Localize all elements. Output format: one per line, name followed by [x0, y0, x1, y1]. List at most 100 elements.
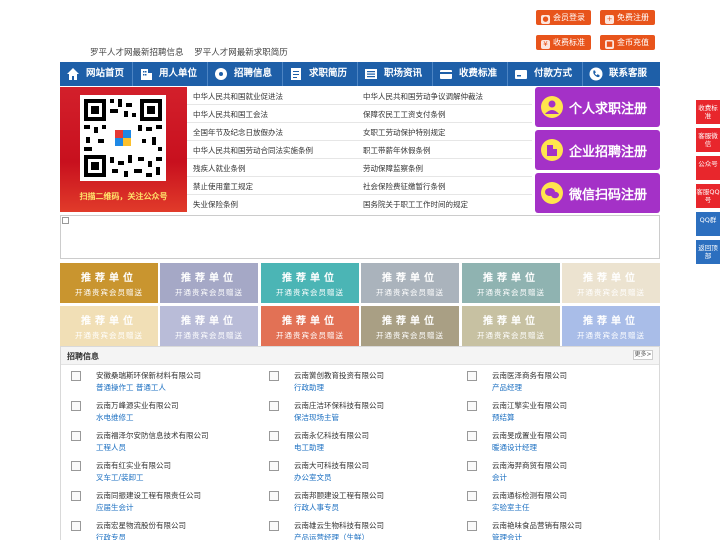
personal-register-button[interactable]: 个人求职注册 [535, 87, 660, 127]
nav-contact[interactable]: 联系客服 [583, 62, 659, 86]
recommend-tile[interactable]: 推荐单位 开通贵宾会员赠送 [60, 306, 158, 346]
job-item[interactable]: 云南海羿商贸有限公司 会计 [461, 458, 651, 486]
company-name[interactable]: 云南江擎实业有限公司 [492, 400, 567, 411]
banner-image[interactable] [60, 215, 660, 259]
law-link[interactable]: 职工带薪年休假条例 [363, 145, 431, 156]
recommend-tile[interactable]: 推荐单位 开通贵宾会员赠送 [562, 306, 660, 346]
recommend-tile[interactable]: 推荐单位 开通贵宾会员赠送 [562, 263, 660, 303]
nav-jobs[interactable]: 招聘信息 [208, 62, 282, 86]
job-item[interactable]: 云南福泽尔安防信息技术有限公司 工程人员 [65, 428, 255, 456]
company-name[interactable]: 云南黉创教育投资有限公司 [294, 370, 384, 381]
more-button[interactable]: 更多> [633, 350, 653, 360]
job-item[interactable]: 云南大可科技有限公司 办公室文员 [263, 458, 453, 486]
job-position[interactable]: 行政人事专员 [294, 502, 339, 513]
enterprise-register-button[interactable]: 企业招聘注册 [535, 130, 660, 170]
law-link[interactable]: 劳动保障监察条例 [363, 163, 423, 174]
nav-home[interactable]: 网站首页 [60, 62, 132, 86]
job-item[interactable]: 云南黉创教育投资有限公司 行政助理 [263, 368, 453, 396]
company-name[interactable]: 云南通标检测有限公司 [492, 490, 567, 501]
company-name[interactable]: 云南艳味食品营销有限公司 [492, 520, 582, 531]
recommend-tile[interactable]: 推荐单位 开通贵宾会员赠送 [261, 263, 359, 303]
job-position[interactable]: 产品运营经理（生鲜） [294, 532, 369, 540]
coin-recharge-button[interactable]: ■ 金币充值 [600, 35, 655, 50]
law-link[interactable]: 保障农民工工资支付条例 [363, 109, 446, 120]
job-position[interactable]: 预结算 [492, 412, 515, 423]
company-name[interactable]: 云南大可科技有限公司 [294, 460, 369, 471]
login-button[interactable]: ● 会员登录 [536, 10, 591, 25]
company-name[interactable]: 安徽桑瑞斯环保新材料有限公司 [96, 370, 201, 381]
law-link[interactable]: 中华人民共和国工会法 [193, 109, 268, 120]
recommend-tile[interactable]: 推荐单位 开通贵宾会员赠送 [160, 306, 258, 346]
company-name[interactable]: 云南有红实业有限公司 [96, 460, 171, 471]
nav-fees[interactable]: 收费标准 [433, 62, 507, 86]
company-name[interactable]: 云南永亿科技有限公司 [294, 430, 369, 441]
nav-resumes[interactable]: 求职简历 [283, 62, 357, 86]
job-item[interactable]: 云南江擎实业有限公司 预结算 [461, 398, 651, 426]
recommend-tile[interactable]: 推荐单位 开通贵宾会员赠送 [361, 263, 459, 303]
company-name[interactable]: 云南邦颐建设工程有限公司 [294, 490, 384, 501]
job-item[interactable]: 云南通标检测有限公司 实验室主任 [461, 488, 651, 516]
company-name[interactable]: 云南海羿商贸有限公司 [492, 460, 567, 471]
job-position[interactable]: 行政助理 [294, 382, 324, 393]
side-official-account-button[interactable]: 公众号 [696, 156, 720, 180]
job-position[interactable]: 办公室文员 [294, 472, 332, 483]
company-name[interactable]: 云南雄云生物科技有限公司 [294, 520, 384, 531]
company-name[interactable]: 云南同振建设工程有限责任公司 [96, 490, 201, 501]
job-position[interactable]: 普通操作工 普通工人 [96, 382, 166, 393]
latest-jobs-link[interactable]: 罗平人才网最新招聘信息 [90, 48, 184, 58]
wechat-register-button[interactable]: 微信扫码注册 [535, 173, 660, 213]
law-link[interactable]: 中华人民共和国劳动争议调解仲裁法 [363, 91, 483, 102]
job-item[interactable]: 云南有红实业有限公司 叉车工/装卸工 [65, 458, 255, 486]
job-item[interactable]: 云南永亿科技有限公司 电工助理 [263, 428, 453, 456]
recommend-tile[interactable]: 推荐单位 开通贵宾会员赠送 [60, 263, 158, 303]
job-position[interactable]: 水电维修工 [96, 412, 134, 423]
law-link[interactable]: 全国年节及纪念日放假办法 [193, 127, 283, 138]
job-item[interactable]: 安徽桑瑞斯环保新材料有限公司 普通操作工 普通工人 [65, 368, 255, 396]
recommend-tile[interactable]: 推荐单位 开通贵宾会员赠送 [160, 263, 258, 303]
job-position[interactable]: 应届生会计 [96, 502, 134, 513]
job-item[interactable]: 云南宏星物流股份有限公司 行政专员 [65, 518, 255, 540]
job-item[interactable]: 云南邦颐建设工程有限公司 行政人事专员 [263, 488, 453, 516]
job-position[interactable]: 电工助理 [294, 442, 324, 453]
side-fee-button[interactable]: 收费标准 [696, 100, 720, 124]
side-wechat-button[interactable]: 客服微信 [696, 128, 720, 152]
law-link[interactable]: 中华人民共和国劳动合同法实施条例 [193, 145, 313, 156]
fee-standard-button[interactable]: ¥ 收费标准 [536, 35, 591, 50]
job-position[interactable]: 保洁现场主管 [294, 412, 339, 423]
job-position[interactable]: 会计 [492, 472, 507, 483]
law-link[interactable]: 残疾人就业条例 [193, 163, 246, 174]
company-name[interactable]: 云南宏星物流股份有限公司 [96, 520, 186, 531]
job-item[interactable]: 云南艳味食品营销有限公司 管理会计 [461, 518, 651, 540]
law-link[interactable]: 失业保险条例 [193, 199, 238, 210]
job-item[interactable]: 云南同振建设工程有限责任公司 应届生会计 [65, 488, 255, 516]
company-name[interactable]: 云南医泽商务有限公司 [492, 370, 567, 381]
job-position[interactable]: 管理会计 [492, 532, 522, 540]
law-link[interactable]: 中华人民共和国就业促进法 [193, 91, 283, 102]
law-link[interactable]: 国务院关于职工工作时间的规定 [363, 199, 468, 210]
job-item[interactable]: 云南旻成置业有限公司 暖通设计经理 [461, 428, 651, 456]
company-name[interactable]: 云南福泽尔安防信息技术有限公司 [96, 430, 209, 441]
nav-payment[interactable]: 付款方式 [508, 62, 582, 86]
register-button[interactable]: + 免费注册 [600, 10, 655, 25]
job-item[interactable]: 云南庄洁环保科技有限公司 保洁现场主管 [263, 398, 453, 426]
job-item[interactable]: 云南医泽商务有限公司 产品经理 [461, 368, 651, 396]
company-name[interactable]: 云南庄洁环保科技有限公司 [294, 400, 384, 411]
law-link[interactable]: 女职工劳动保护特别规定 [363, 127, 446, 138]
recommend-tile[interactable]: 推荐单位 开通贵宾会员赠送 [462, 306, 560, 346]
job-position[interactable]: 暖通设计经理 [492, 442, 537, 453]
company-name[interactable]: 云南万峰源实业有限公司 [96, 400, 179, 411]
law-link[interactable]: 禁止使用童工规定 [193, 181, 253, 192]
nav-news[interactable]: 职场资讯 [358, 62, 432, 86]
job-position[interactable]: 叉车工/装卸工 [96, 472, 144, 483]
side-qq-group-button[interactable]: QQ群 [696, 212, 720, 236]
job-item[interactable]: 云南万峰源实业有限公司 水电维修工 [65, 398, 255, 426]
job-item[interactable]: 云南雄云生物科技有限公司 产品运营经理（生鲜） [263, 518, 453, 540]
side-qq-button[interactable]: 客服QQ号 [696, 184, 720, 208]
recommend-tile[interactable]: 推荐单位 开通贵宾会员赠送 [361, 306, 459, 346]
recommend-tile[interactable]: 推荐单位 开通贵宾会员赠送 [261, 306, 359, 346]
job-position[interactable]: 行政专员 [96, 532, 126, 540]
law-link[interactable]: 社会保险费征缴暂行条例 [363, 181, 446, 192]
nav-employers[interactable]: 用人单位 [133, 62, 207, 86]
side-back-to-top-button[interactable]: 返回顶部 [696, 240, 720, 264]
company-name[interactable]: 云南旻成置业有限公司 [492, 430, 567, 441]
